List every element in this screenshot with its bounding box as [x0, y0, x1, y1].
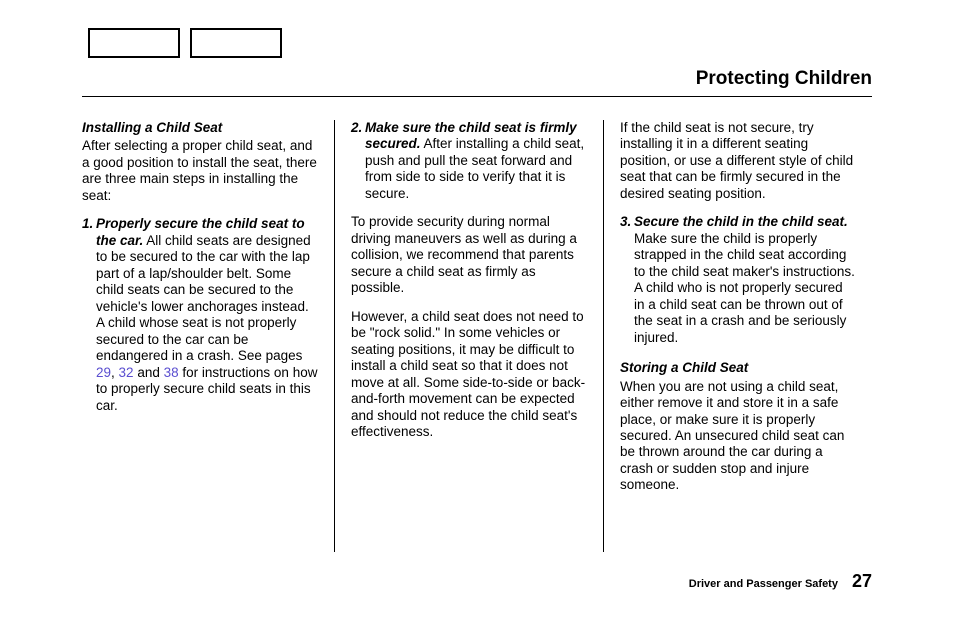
page-link-32[interactable]: 32: [119, 365, 134, 380]
step-2: 2.Make sure the child seat is firmly sec…: [351, 120, 587, 202]
step-3: 3.Secure the child in the child seat. Ma…: [620, 214, 856, 346]
page-link-29[interactable]: 29: [96, 365, 111, 380]
install-intro: After selecting a proper child seat, and…: [82, 138, 318, 204]
step-1-text-a: All child seats are designed to be secur…: [96, 233, 311, 363]
col3-p1: If the child seat is not secure, try ins…: [620, 120, 856, 202]
col2-p3: However, a child seat does not need to b…: [351, 309, 587, 441]
title-rule: [82, 96, 872, 97]
storing-text: When you are not using a child seat, eit…: [620, 379, 856, 494]
sep1: ,: [111, 365, 119, 380]
step-1-num: 1.: [82, 216, 96, 232]
column-3: If the child seat is not secure, try ins…: [603, 120, 872, 552]
col2-p2: To provide security during normal drivin…: [351, 214, 587, 296]
storing-subhead: Storing a Child Seat: [620, 360, 856, 376]
page-link-38[interactable]: 38: [164, 365, 179, 380]
nav-box-2[interactable]: [190, 28, 282, 58]
column-2: 2.Make sure the child seat is firmly sec…: [334, 120, 603, 552]
step-3-text: Make sure the child is properly strapped…: [634, 231, 855, 345]
body-columns: Installing a Child Seat After selecting …: [82, 120, 872, 552]
step-3-num: 3.: [620, 214, 634, 230]
step-1: 1.Properly secure the child seat to the …: [82, 216, 318, 414]
footer-section-label: Driver and Passenger Safety: [689, 578, 838, 590]
page-footer: Driver and Passenger Safety 27: [689, 571, 872, 592]
top-nav-boxes: [88, 28, 282, 58]
footer-page-number: 27: [852, 571, 872, 592]
nav-box-1[interactable]: [88, 28, 180, 58]
install-subhead: Installing a Child Seat: [82, 120, 318, 136]
page-title: Protecting Children: [696, 68, 872, 90]
column-1: Installing a Child Seat After selecting …: [82, 120, 334, 552]
step-2-num: 2.: [351, 120, 365, 136]
step-3-lead: Secure the child in the child seat.: [634, 214, 848, 229]
sep2: and: [134, 365, 164, 380]
